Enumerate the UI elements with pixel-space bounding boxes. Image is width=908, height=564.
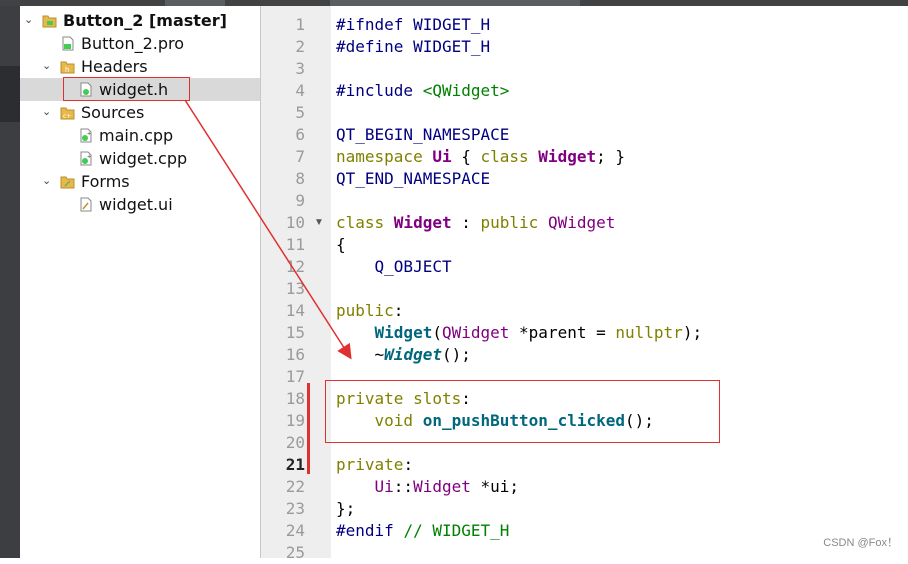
annotation-arrow (184, 99, 352, 360)
watermark: CSDN @Fox！ (823, 537, 898, 549)
